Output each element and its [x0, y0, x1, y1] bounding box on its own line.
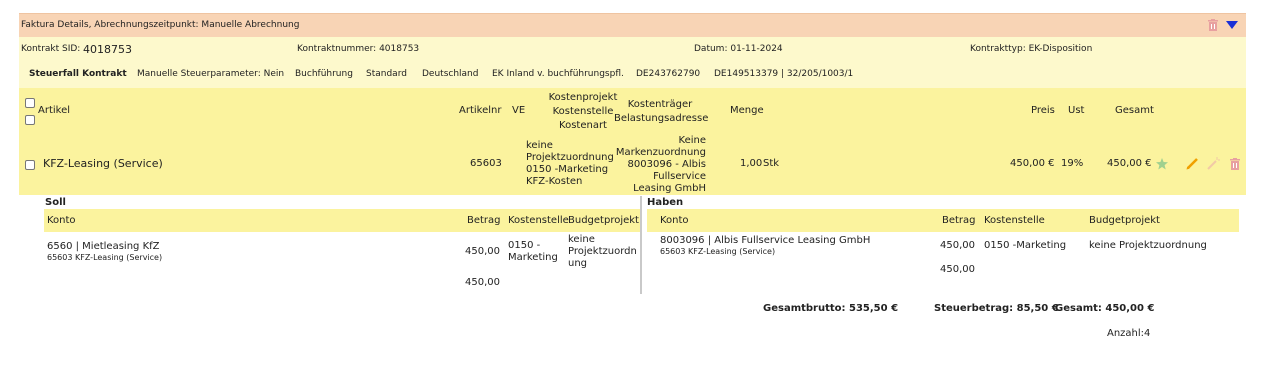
header-ust: Ust	[1068, 105, 1085, 116]
row-ktr-line: Leasing GmbH	[633, 183, 706, 194]
soll-title: Soll	[45, 197, 66, 208]
haben-header-kostenstelle: Kostenstelle	[984, 215, 1045, 226]
row-preis: 450,00 €	[1010, 158, 1055, 169]
haben-row-budgetprojekt: keine Projektzuordnung	[1089, 240, 1207, 251]
wand-icon[interactable]	[1207, 157, 1220, 170]
soll-row-konto: 6560 | Mietleasing KfZ	[47, 241, 160, 252]
row-kosten-line: KFZ-Kosten	[526, 176, 583, 187]
haben-title: Haben	[647, 197, 684, 208]
row-ust: 19%	[1061, 158, 1084, 169]
haben-header-konto: Konto	[660, 215, 689, 226]
row-menge: 1,00	[740, 158, 763, 169]
contract-date: Datum: 01-11-2024	[694, 44, 783, 54]
star-icon[interactable]	[1156, 158, 1168, 170]
haben-row-konto: 8003096 | Albis Fullservice Leasing GmbH	[660, 235, 871, 246]
soll-header-kostenstelle: Kostenstelle	[508, 215, 569, 226]
tax-country: Deutschland	[422, 69, 479, 79]
header-menge: Menge	[730, 105, 764, 116]
header-belastungsadresse: Belastungsadresse	[614, 113, 709, 124]
tax-case-label: Steuerfall Kontrakt	[29, 69, 127, 79]
soll-header-budgetprojekt: Budgetprojekt	[568, 215, 639, 226]
soll-row-budgetprojekt: keine Projektzuordn ung	[568, 234, 637, 270]
soll-bp-line: keine	[568, 234, 595, 245]
row-gesamt: 450,00 €	[1107, 158, 1152, 169]
contract-number: Kontraktnummer: 4018753	[297, 44, 420, 54]
soll-ks-line: Marketing	[508, 252, 558, 263]
tax-manual: Manuelle Steuerparameter: Nein	[137, 69, 285, 79]
header-gesamt: Gesamt	[1115, 105, 1154, 116]
row-kostentraeger: Keine Markenzuordnung 8003096 - Albis Fu…	[614, 135, 706, 195]
haben-sum: 450,00	[940, 264, 975, 275]
soll-row-kostenstelle: 0150 - Marketing	[508, 240, 558, 264]
contract-sid-value: 4018753	[83, 43, 132, 56]
header-preis: Preis	[1031, 105, 1055, 116]
header-kostentraeger: Kostenträger Belastungsadresse	[614, 98, 709, 126]
soll-row-konto-sub: 65603 KFZ-Leasing (Service)	[47, 253, 163, 262]
soll-header-konto: Konto	[47, 215, 76, 226]
soll-row-betrag: 450,00	[465, 246, 500, 257]
select-all-checkbox-2[interactable]	[25, 115, 35, 125]
haben-row-kostenstelle: 0150 -Marketing	[984, 240, 1067, 251]
header-kostentraeger-label: Kostenträger	[627, 99, 693, 110]
haben-header-betrag: Betrag	[942, 215, 976, 226]
haben-header-budgetprojekt: Budgetprojekt	[1089, 215, 1160, 226]
row-artikel[interactable]: KFZ-Leasing (Service)	[43, 158, 163, 170]
soll-ks-line: 0150 -	[508, 240, 541, 251]
header-artikelnr: Artikelnr	[459, 105, 502, 116]
contract-sid-label: Kontrakt SID:	[21, 44, 81, 54]
trash-icon[interactable]	[1230, 158, 1240, 170]
total-gesamt: Gesamt: 450,00 €	[1055, 303, 1155, 314]
tax-bookkeeping: Buchführung	[295, 69, 353, 79]
row-ktr-line: Markenzuordnung	[615, 147, 706, 158]
soll-bp-line: ung	[568, 258, 588, 269]
pencil-icon[interactable]	[1186, 157, 1199, 170]
tax-vat-1: DE243762790	[636, 69, 701, 79]
total-steuer: Steuerbetrag: 85,50 €	[934, 303, 1059, 314]
row-checkbox[interactable]	[25, 160, 35, 170]
row-ktr-line: Keine	[678, 135, 706, 146]
tax-vat-2: DE149513379 | 32/205/1003/1	[714, 69, 854, 79]
row-einheit: Stk	[763, 158, 780, 169]
select-all-checkbox[interactable]	[25, 98, 35, 108]
row-kosten-line: keine	[526, 140, 553, 151]
row-kosten: keine Projektzuordnung 0150 -Marketing K…	[526, 140, 614, 188]
soll-header-betrag: Betrag	[467, 215, 501, 226]
total-brutto: Gesamtbrutto: 535,50 €	[763, 303, 899, 314]
row-kosten-line: Projektzuordnung	[526, 152, 614, 163]
caret-down-icon[interactable]	[1226, 21, 1238, 29]
row-artikelnr: 65603	[470, 158, 502, 169]
haben-row-betrag: 450,00	[940, 240, 975, 251]
details-titlebar: Faktura Details, Abrechnungszeitpunkt: M…	[19, 13, 1246, 37]
header-artikel: Artikel	[38, 105, 71, 116]
row-ktr-line: Fullservice	[653, 171, 706, 182]
soll-haben-divider	[640, 196, 642, 294]
details-title: Faktura Details, Abrechnungszeitpunkt: M…	[21, 20, 300, 30]
soll-sum: 450,00	[465, 277, 500, 288]
trash-icon[interactable]	[1208, 19, 1218, 31]
header-ve: VE	[512, 105, 526, 116]
tax-inland: EK Inland v. buchführungspfl.	[492, 69, 624, 79]
haben-row-konto-sub: 65603 KFZ-Leasing (Service)	[660, 247, 776, 256]
row-kosten-line: 0150 -Marketing	[526, 164, 609, 175]
row-ktr-line: 8003096 - Albis	[627, 159, 706, 170]
total-anzahl: Anzahl:4	[1107, 328, 1151, 339]
contract-type: Kontrakttyp: EK-Disposition	[970, 44, 1093, 54]
tax-standard: Standard	[366, 69, 407, 79]
soll-bp-line: Projektzuordn	[568, 246, 637, 257]
